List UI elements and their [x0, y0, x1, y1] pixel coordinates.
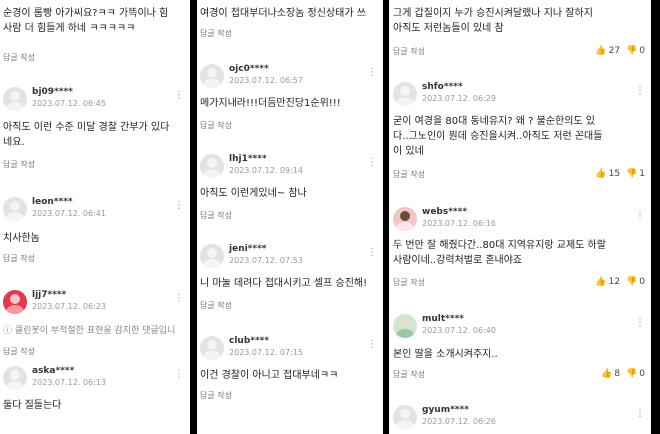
comment-text: 메가지내라!!!더듬만진당1순위!!! — [200, 98, 341, 109]
avatar[interactable] — [200, 336, 224, 360]
upvote-count: 15 — [608, 169, 621, 179]
timestamp: 2023.07.12. 06:45 — [32, 99, 106, 108]
vertical-dots-icon[interactable]: ⋮ — [635, 318, 645, 328]
comment-text: 두 번만 잘 해줬다간..80대 지역유지랑 교제도 하랄 사람이네..강력처벌… — [393, 240, 606, 266]
downvote-count: 1 — [639, 169, 645, 179]
vertical-dots-icon[interactable]: ⋮ — [367, 248, 377, 258]
vertical-dots-icon[interactable]: ⋮ — [174, 370, 184, 380]
timestamp: 2023.07.12. 06:29 — [422, 94, 496, 103]
comment-text: 그게 갑질이지 누가 승진시켜달랬나 지나 잘하지 아직도 저런놈들이 있네 참 — [393, 8, 593, 34]
timestamp: 2023.07.12. 06:13 — [32, 378, 106, 387]
thumbs-up-icon[interactable]: 👍 — [601, 369, 612, 379]
reply-button[interactable]: 답글 작성 — [3, 253, 35, 264]
upvote-count: 12 — [608, 277, 621, 287]
reply-button[interactable]: 답글 작성 — [200, 28, 232, 39]
vertical-dots-icon[interactable]: ⋮ — [174, 201, 184, 211]
timestamp: 2023.07.12. 07:53 — [229, 256, 303, 265]
comment-text: 치사한놈 — [3, 233, 40, 244]
reply-button[interactable]: 답글 작성 — [393, 369, 425, 380]
comment-text: 둘다 질들는다 — [3, 400, 62, 411]
downvote-count: 0 — [639, 277, 645, 287]
reply-button[interactable]: 답글 작성 — [200, 300, 232, 311]
reply-button[interactable]: 답글 작성 — [393, 46, 425, 57]
nickname[interactable]: webs**** — [422, 207, 467, 217]
reply-button[interactable]: 답글 작성 — [3, 52, 35, 63]
timestamp: 2023.07.12. 06:57 — [229, 76, 303, 85]
nickname[interactable]: club**** — [229, 336, 269, 346]
downvote-count: 0 — [639, 46, 645, 56]
thumbs-down-icon[interactable]: 👎 — [626, 46, 637, 56]
avatar[interactable] — [393, 314, 417, 338]
vertical-dots-icon[interactable]: ⋮ — [174, 91, 184, 101]
nickname[interactable]: bj09**** — [32, 87, 73, 97]
reply-button[interactable]: 답글 작성 — [3, 346, 35, 357]
avatar[interactable] — [3, 366, 27, 390]
nickname[interactable]: ojc0**** — [229, 64, 269, 74]
avatar[interactable] — [3, 87, 27, 111]
comment-text: 본인 딸을 소개시켜주지.. — [393, 349, 498, 360]
thumbs-down-icon[interactable]: 👎 — [626, 277, 637, 287]
timestamp: 2023.07.12. 06:41 — [32, 209, 106, 218]
avatar[interactable] — [3, 197, 27, 221]
avatar[interactable] — [393, 82, 417, 106]
nickname[interactable]: jeni**** — [229, 244, 267, 254]
timestamp: 2023.07.12. 06:26 — [422, 417, 496, 426]
avatar[interactable] — [200, 64, 224, 88]
vote-group: 👍 12 👎 0 — [589, 277, 645, 287]
vertical-dots-icon[interactable]: ⋮ — [367, 340, 377, 350]
downvote-count: 0 — [639, 369, 645, 379]
timestamp: 2023.07.12. 09:14 — [229, 166, 303, 175]
reply-button[interactable]: 답글 작성 — [393, 277, 425, 288]
reply-button[interactable]: 답글 작성 — [200, 390, 232, 401]
comment-text: 이건 경찰이 아니고 접대부네ㅋㅋ — [200, 370, 339, 381]
comment-text: 아직도 이런게있네~ 참나 — [200, 188, 307, 199]
avatar[interactable] — [393, 405, 417, 429]
vertical-dots-icon[interactable]: ⋮ — [635, 86, 645, 96]
nickname[interactable]: mult**** — [422, 314, 464, 324]
nickname[interactable]: lhj1**** — [229, 154, 267, 164]
timestamp: 2023.07.12. 06:16 — [422, 219, 496, 228]
comment-text: 니 마눌 데려다 접대시키고 셀프 승진해! — [200, 278, 368, 289]
avatar[interactable] — [393, 207, 417, 231]
thumbs-down-icon[interactable]: 👎 — [626, 169, 637, 179]
avatar[interactable] — [200, 154, 224, 178]
comment-text: 아직도 이런 수준 미달 경찰 간부가 있다 네요. — [3, 122, 170, 148]
nickname[interactable]: shfo**** — [422, 82, 463, 92]
vote-group: 👍 15 👎 1 — [589, 169, 645, 179]
cleanbot-notice: ⓘ 클린봇이 부적절한 표현을 감지한 댓글입니 — [3, 326, 176, 336]
upvote-count: 27 — [608, 46, 621, 56]
nickname[interactable]: ljj7**** — [32, 290, 66, 300]
reply-button[interactable]: 답글 작성 — [3, 159, 35, 170]
timestamp: 2023.07.12. 07:15 — [229, 348, 303, 357]
vote-group: 👍 27 👎 0 — [589, 46, 645, 56]
thumbs-up-icon[interactable]: 👍 — [595, 277, 606, 287]
thumbs-up-icon[interactable]: 👍 — [595, 169, 606, 179]
nickname[interactable]: gyum**** — [422, 405, 469, 415]
vertical-dots-icon[interactable]: ⋮ — [367, 68, 377, 78]
vertical-dots-icon[interactable]: ⋮ — [174, 294, 184, 304]
avatar[interactable] — [200, 244, 224, 268]
comment-column-right: 그게 갑질이지 누가 승진시켜달랬나 지나 잘하지 아직도 저런놈들이 있네 참… — [389, 0, 651, 434]
nickname[interactable]: aska**** — [32, 366, 74, 376]
reply-button[interactable]: 답글 작성 — [393, 169, 425, 180]
reply-button[interactable]: 답글 작성 — [200, 120, 232, 131]
vote-group: 👍 8 👎 0 — [595, 369, 645, 379]
comment-text: 여경이 접대부더나소장놈 정신상태가 쓰 — [200, 8, 366, 19]
vertical-dots-icon[interactable]: ⋮ — [635, 211, 645, 221]
comment-column-middle: 여경이 접대부더나소장놈 정신상태가 쓰 답글 작성 ojc0**** 2023… — [197, 0, 383, 434]
vertical-dots-icon[interactable]: ⋮ — [635, 409, 645, 419]
reply-button[interactable]: 답글 작성 — [200, 210, 232, 221]
timestamp: 2023.07.12. 06:23 — [32, 302, 106, 311]
thumbs-up-icon[interactable]: 👍 — [595, 46, 606, 56]
comment-column-left: 순경이 롬빵 아가씨요?ㅋㅋ 가뜩이나 힘 사람 더 힘들게 하네 ㅋㅋㅋㅋㅋ … — [0, 0, 190, 434]
thumbs-down-icon[interactable]: 👎 — [626, 369, 637, 379]
comment-text: 순경이 롬빵 아가씨요?ㅋㅋ 가뜩이나 힘 사람 더 힘들게 하네 ㅋㅋㅋㅋㅋ — [3, 8, 169, 34]
timestamp: 2023.07.12. 06:40 — [422, 326, 496, 335]
comment-text: 굳이 여경을 80대 동네유지? 왜 ? 불순한의도 있 다..그노인이 뭔데 … — [393, 116, 603, 157]
vertical-dots-icon[interactable]: ⋮ — [367, 158, 377, 168]
nickname[interactable]: leon**** — [32, 197, 73, 207]
avatar[interactable] — [3, 290, 27, 314]
upvote-count: 8 — [614, 369, 621, 379]
